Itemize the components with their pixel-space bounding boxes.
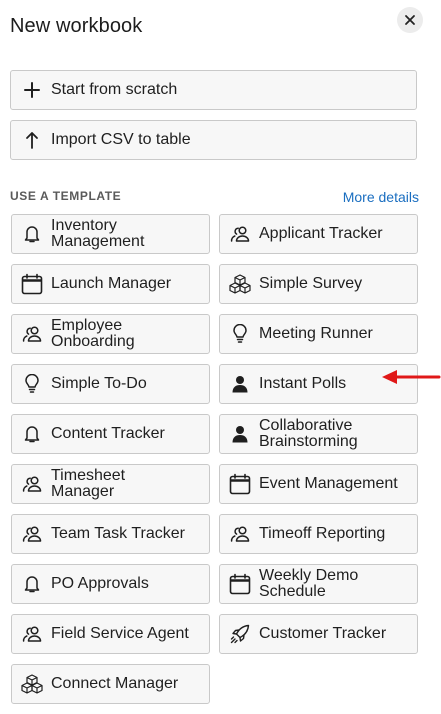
template-customer-tracker-button[interactable]: Customer Tracker bbox=[219, 614, 418, 654]
template-label-line: Schedule bbox=[259, 583, 326, 600]
template-timeoff-reporting-button[interactable]: Timeoff Reporting bbox=[219, 514, 418, 554]
template-collaborative-brainstorming-button[interactable]: Collaborative Brainstorming bbox=[219, 414, 418, 454]
more-details-link[interactable]: More details bbox=[343, 189, 419, 205]
template-label-line: Content Tracker bbox=[51, 425, 165, 442]
close-button[interactable] bbox=[397, 7, 423, 33]
template-label-line: Inventory bbox=[51, 217, 117, 234]
use-a-template-heading: USE A TEMPLATE bbox=[10, 189, 122, 203]
bell-icon bbox=[21, 423, 43, 445]
template-inventory-management-button[interactable]: Inventory Management bbox=[11, 214, 210, 254]
template-label: Collaborative Brainstorming bbox=[259, 418, 358, 450]
template-field-service-agent-button[interactable]: Field Service Agent bbox=[11, 614, 210, 654]
users-icon bbox=[21, 523, 43, 545]
start-from-scratch-label: Start from scratch bbox=[51, 81, 178, 98]
template-label: Content Tracker bbox=[51, 426, 165, 442]
rocket-icon bbox=[229, 623, 251, 645]
dialog-title: New workbook bbox=[10, 15, 143, 37]
red-arrow-icon bbox=[382, 370, 441, 384]
template-label: Connect Manager bbox=[51, 676, 178, 692]
template-event-management-button[interactable]: Event Management bbox=[219, 464, 418, 504]
bell-icon bbox=[21, 223, 43, 245]
template-label: Instant Polls bbox=[259, 376, 346, 392]
template-label-line: Launch Manager bbox=[51, 275, 172, 292]
template-label-line: Applicant Tracker bbox=[259, 225, 383, 242]
template-label-line: Employee bbox=[51, 317, 123, 334]
template-label: Field Service Agent bbox=[51, 626, 189, 642]
template-label: Timeoff Reporting bbox=[259, 526, 385, 542]
template-label-line: Manager bbox=[51, 483, 115, 500]
template-label: PO Approvals bbox=[51, 576, 149, 592]
cubes-icon bbox=[21, 673, 43, 695]
template-meeting-runner-button[interactable]: Meeting Runner bbox=[219, 314, 418, 354]
template-label: Simple Survey bbox=[259, 276, 362, 292]
template-label: Meeting Runner bbox=[259, 326, 373, 342]
new-workbook-panel: New workbook Start from scratch Import C… bbox=[0, 0, 441, 714]
template-label: Weekly Demo Schedule bbox=[259, 568, 358, 600]
person-icon bbox=[229, 373, 251, 395]
template-label: Customer Tracker bbox=[259, 626, 386, 642]
arrow-up-icon bbox=[23, 130, 41, 150]
template-label-line: Meeting Runner bbox=[259, 325, 373, 342]
template-label-line: Timeoff Reporting bbox=[259, 525, 386, 542]
template-label-line: Onboarding bbox=[51, 333, 135, 350]
plus-icon bbox=[23, 80, 41, 100]
template-label: Employee Onboarding bbox=[51, 318, 135, 350]
users-icon bbox=[21, 473, 43, 495]
lightbulb-icon bbox=[21, 373, 43, 395]
import-csv-label: Import CSV to table bbox=[51, 131, 191, 148]
person-icon bbox=[229, 423, 251, 445]
template-connect-manager-button[interactable]: Connect Manager bbox=[11, 664, 210, 704]
lightbulb-icon bbox=[229, 323, 251, 345]
template-content-tracker-button[interactable]: Content Tracker bbox=[11, 414, 210, 454]
template-label-line: Timesheet bbox=[51, 467, 126, 484]
template-label-line: Simple Survey bbox=[259, 275, 363, 292]
template-label-line: Simple To-Do bbox=[51, 375, 147, 392]
template-label-line: Collaborative bbox=[259, 417, 353, 434]
template-label: Event Management bbox=[259, 476, 398, 492]
template-label: Applicant Tracker bbox=[259, 226, 383, 242]
template-label: Inventory Management bbox=[51, 218, 144, 250]
template-label-line: Brainstorming bbox=[259, 433, 358, 450]
users-icon bbox=[21, 323, 43, 345]
import-csv-button[interactable]: Import CSV to table bbox=[10, 120, 417, 160]
cubes-icon bbox=[229, 273, 251, 295]
template-label: Launch Manager bbox=[51, 276, 171, 292]
close-icon bbox=[405, 15, 415, 25]
template-label-line: Weekly Demo bbox=[259, 567, 359, 584]
template-applicant-tracker-button[interactable]: Applicant Tracker bbox=[219, 214, 418, 254]
calendar-icon bbox=[21, 273, 43, 295]
calendar-icon bbox=[229, 473, 251, 495]
template-label-line: Field Service Agent bbox=[51, 625, 189, 642]
template-label-line: Management bbox=[51, 233, 145, 250]
calendar-icon bbox=[229, 573, 251, 595]
template-label: Team Task Tracker bbox=[51, 526, 185, 542]
start-from-scratch-button[interactable]: Start from scratch bbox=[10, 70, 417, 110]
template-label-line: Instant Polls bbox=[259, 375, 347, 392]
template-label-line: Event Management bbox=[259, 475, 398, 492]
users-icon bbox=[21, 623, 43, 645]
template-label-line: Customer Tracker bbox=[259, 625, 387, 642]
template-weekly-demo-schedule-button[interactable]: Weekly Demo Schedule bbox=[219, 564, 418, 604]
template-employee-onboarding-button[interactable]: Employee Onboarding bbox=[11, 314, 210, 354]
bell-icon bbox=[21, 573, 43, 595]
template-team-task-tracker-button[interactable]: Team Task Tracker bbox=[11, 514, 210, 554]
template-label: Timesheet Manager bbox=[51, 468, 125, 500]
template-launch-manager-button[interactable]: Launch Manager bbox=[11, 264, 210, 304]
template-label-line: Team Task Tracker bbox=[51, 525, 185, 542]
template-po-approvals-button[interactable]: PO Approvals bbox=[11, 564, 210, 604]
template-label: Simple To-Do bbox=[51, 376, 147, 392]
users-icon bbox=[229, 223, 251, 245]
template-label-line: Connect Manager bbox=[51, 675, 179, 692]
template-label-line: PO Approvals bbox=[51, 575, 149, 592]
template-simple-to-do-button[interactable]: Simple To-Do bbox=[11, 364, 210, 404]
template-timesheet-manager-button[interactable]: Timesheet Manager bbox=[11, 464, 210, 504]
template-simple-survey-button[interactable]: Simple Survey bbox=[219, 264, 418, 304]
users-icon bbox=[229, 523, 251, 545]
